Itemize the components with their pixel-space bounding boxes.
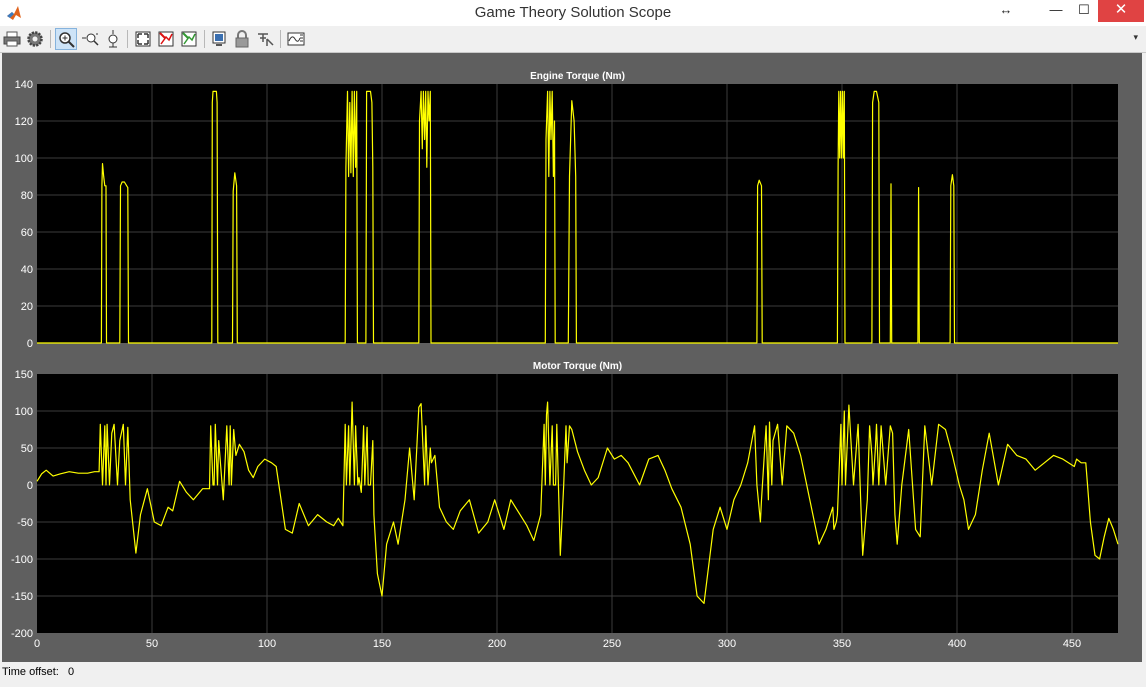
y-tick-label: 40 <box>21 264 33 276</box>
axes-title: Motor Torque (Nm) <box>533 361 622 372</box>
axes-background <box>37 84 1118 343</box>
print-icon <box>3 31 21 47</box>
x-tick-label: 350 <box>833 638 851 650</box>
y-tick-label: 150 <box>15 369 33 381</box>
close-button[interactable]: ✕ <box>1098 0 1144 22</box>
y-tick-label: 60 <box>21 227 33 239</box>
x-tick-label: 50 <box>146 638 158 650</box>
restore-axes-icon <box>181 31 197 47</box>
zoom-y-icon <box>108 30 118 48</box>
title-bar: Game Theory Solution Scope ↔ — ☐ ✕ <box>0 0 1146 27</box>
x-tick-label: 200 <box>488 638 506 650</box>
y-tick-label: 0 <box>27 338 33 350</box>
autoscale-button[interactable] <box>132 28 154 50</box>
toolbar-separator <box>280 30 281 48</box>
resize-icon[interactable]: ↔ <box>990 0 1022 22</box>
gear-icon <box>27 31 43 47</box>
x-tick-label: 250 <box>603 638 621 650</box>
x-tick-label: 100 <box>258 638 276 650</box>
scope-plot: 0 20 40 60 80 100 120 140 Engine Torque (Nm) 0 50 1… <box>11 71 1119 650</box>
y-tick-label: 50 <box>21 443 33 455</box>
y-tick-label: 140 <box>15 79 33 91</box>
floating-scope-icon <box>212 31 226 46</box>
restore-axes-button[interactable] <box>178 28 200 50</box>
y-tick-label: -50 <box>17 517 33 529</box>
x-tick-label: 450 <box>1063 638 1081 650</box>
toolbar-separator <box>204 30 205 48</box>
legend-icon <box>287 32 305 46</box>
toolbar-overflow-icon[interactable]: ▾ <box>1133 32 1138 43</box>
y-tick-label: -200 <box>11 628 33 640</box>
y-tick-label: 80 <box>21 190 33 202</box>
y-tick-label: 100 <box>15 406 33 418</box>
save-axes-button[interactable] <box>155 28 177 50</box>
y-tick-label: 0 <box>27 480 33 492</box>
window-title: Game Theory Solution Scope <box>474 4 672 21</box>
zoom-x-button[interactable] <box>79 28 101 50</box>
settings-button[interactable] <box>24 28 46 50</box>
lock-icon <box>235 30 249 48</box>
signal-selection-icon <box>258 33 274 46</box>
save-axes-icon <box>158 31 174 47</box>
autoscale-icon <box>135 31 151 47</box>
scope-figure: 0 20 40 60 80 100 120 140 Engine Torque (Nm) 0 50 1… <box>2 53 1142 662</box>
status-bar: Time offset: 0 <box>0 662 1146 687</box>
zoom-in-icon <box>59 32 75 48</box>
y-tick-label: 100 <box>15 153 33 165</box>
y-tick-label: -100 <box>11 554 33 566</box>
x-tick-label: 300 <box>718 638 736 650</box>
x-tick-label: 400 <box>948 638 966 650</box>
lock-axes-button[interactable] <box>231 28 253 50</box>
floating-scope-button[interactable] <box>208 28 230 50</box>
maximize-button[interactable]: ☐ <box>1068 0 1100 22</box>
axes-background <box>37 374 1118 633</box>
time-offset-label: Time offset: <box>2 666 59 678</box>
y-tick-label: -150 <box>11 591 33 603</box>
toolbar-separator <box>127 30 128 48</box>
x-tick-label: 150 <box>373 638 391 650</box>
zoom-y-button[interactable] <box>102 28 124 50</box>
zoom-x-icon <box>82 33 99 46</box>
axes-title: Engine Torque (Nm) <box>530 71 625 82</box>
print-button[interactable] <box>1 28 23 50</box>
signal-selection-button[interactable] <box>254 28 276 50</box>
y-tick-label: 20 <box>21 301 33 313</box>
time-offset-value: 0 <box>68 666 75 678</box>
zoom-in-button[interactable] <box>55 28 77 50</box>
toolbar: ▾ <box>0 26 1146 53</box>
legend-button[interactable] <box>285 28 307 50</box>
y-tick-label: 120 <box>15 116 33 128</box>
x-tick-label: 0 <box>34 638 40 650</box>
toolbar-separator <box>50 30 51 48</box>
